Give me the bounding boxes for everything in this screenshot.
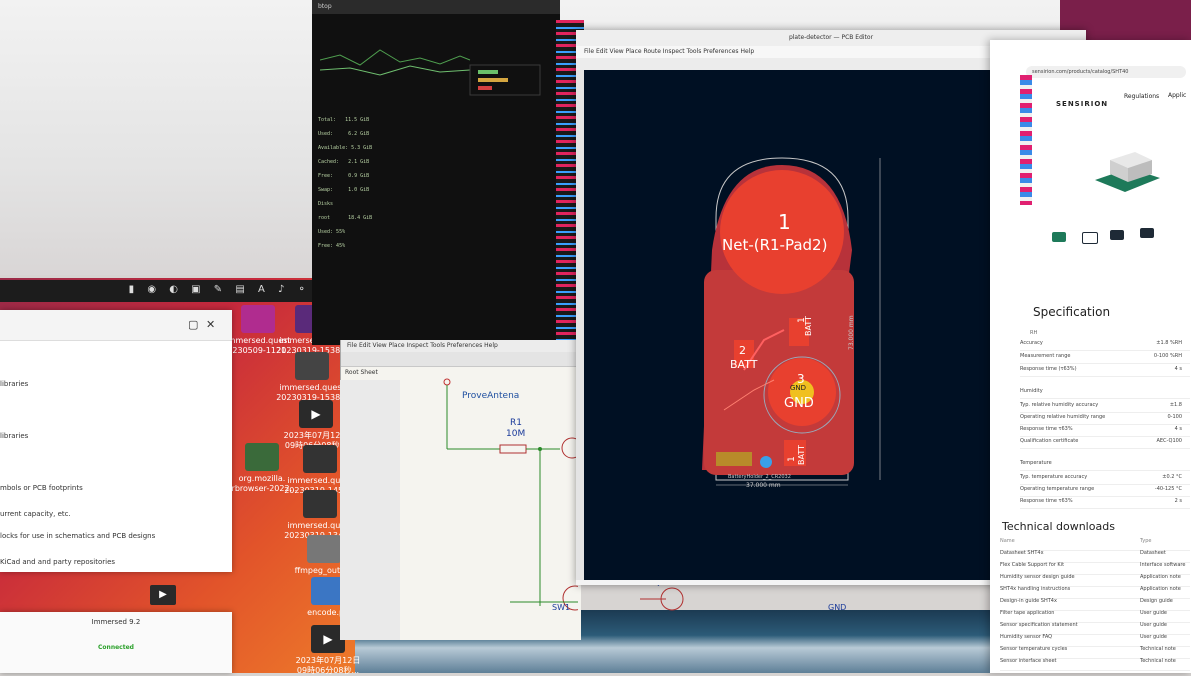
- terminal-output: Total: 11.5 GiB Used: 6.2 GiB Available:…: [318, 117, 373, 249]
- cpu-graph: [320, 49, 541, 96]
- desktop-topbar: ▮ ◉ ◐ ▣ ✎ ▤ A ♪ ⚬ ⏻: [0, 280, 340, 302]
- dimension-width: 37.000 mm: [746, 482, 781, 489]
- spec-subtitle: RH: [1030, 330, 1038, 336]
- connection-status: Connected: [98, 644, 134, 651]
- spec-row: Temperature: [1020, 460, 1190, 471]
- video-file-icon: [241, 305, 275, 333]
- schematic-menubar[interactable]: File Edit View Place Inspect Tools Prefe…: [341, 340, 581, 352]
- immersed-title: Immersed 9.2: [91, 618, 141, 626]
- schematic-canvas[interactable]: [400, 378, 578, 640]
- video-file-icon: [295, 352, 329, 380]
- schematic-side-panel: [340, 380, 400, 640]
- spec-row: Humidity: [1020, 388, 1190, 399]
- pad-net-label: GND: [784, 396, 814, 411]
- spec-row: Qualification certificate AEC-Q100: [1020, 438, 1190, 449]
- download-row[interactable]: Sensor interface sheet Technical note: [1000, 658, 1190, 671]
- pad-net-label: BATT: [797, 445, 806, 465]
- downloads-title: Technical downloads: [1002, 520, 1115, 533]
- pcb-board[interactable]: [584, 70, 1009, 580]
- pad-net-label: BATT: [730, 358, 758, 371]
- gnd-label[interactable]: GND: [828, 603, 846, 612]
- footprint-label: BatteryHolder_2_CR2032: [728, 474, 791, 480]
- video-file-icon: [303, 490, 337, 518]
- pad-number: 1: [778, 210, 791, 234]
- play-icon: ▶: [299, 400, 333, 428]
- product-thumbnail[interactable]: [1052, 232, 1066, 242]
- close-icon[interactable]: ✕: [206, 318, 215, 331]
- spec-row: Accuracy ±1.8 %RH: [1020, 340, 1190, 351]
- color-palette[interactable]: [1020, 75, 1032, 205]
- transistor-symbol[interactable]: [640, 585, 690, 613]
- settings-item[interactable]: locks for use in schematics and PCB desi…: [0, 532, 155, 540]
- product-image: [1095, 152, 1160, 192]
- spec-title: Specification: [1033, 305, 1111, 319]
- play-icon[interactable]: ▶: [150, 585, 176, 605]
- pad-number: 2: [739, 344, 746, 357]
- settings-item[interactable]: urrent capacity, etc.: [0, 510, 71, 518]
- folder-icon: [307, 535, 341, 563]
- settings-titlebar: ▢ ✕: [0, 310, 232, 341]
- gnd-pad-label: GND: [790, 384, 807, 392]
- nav-link[interactable]: Applic: [1168, 92, 1186, 99]
- immersed-window: Immersed 9.2 Connected: [0, 612, 232, 673]
- app-icon: [245, 443, 279, 471]
- terminal-titlebar: btop: [312, 0, 560, 14]
- spec-row: Measurement range 0-100 %RH: [1020, 353, 1190, 364]
- component-value[interactable]: 10M: [506, 429, 525, 439]
- url-bar[interactable]: sensirion.com/products/catalog/SHT40: [1026, 66, 1186, 78]
- video-file-icon: [303, 445, 337, 473]
- component-reference[interactable]: R1: [510, 418, 522, 428]
- minimize-icon[interactable]: ▢: [188, 318, 198, 331]
- spec-row: Typ. relative humidity accuracy ±1.8: [1020, 402, 1190, 413]
- switch-reference[interactable]: SW1: [552, 603, 570, 612]
- dimension-height: 73.000 mm: [848, 315, 855, 350]
- spec-row: Operating relative humidity range 0-100: [1020, 414, 1190, 425]
- video-thumbnail[interactable]: [1140, 228, 1154, 238]
- nav-link[interactable]: Regulations: [1124, 93, 1159, 100]
- settings-item[interactable]: KiCad and and party repositories: [0, 558, 115, 566]
- settings-item[interactable]: mbols or PCB footprints: [0, 484, 83, 492]
- net-label[interactable]: ProveAntena: [462, 391, 519, 401]
- spec-row: Operating temperature range -40-125 °C: [1020, 486, 1190, 497]
- spec-row: Response time τ63% 4 s: [1020, 426, 1190, 437]
- system-tray-icons[interactable]: ▮ ◉ ◐ ▣ ✎ ▤ A ♪ ⚬ ⏻: [129, 284, 332, 295]
- desktop-icon[interactable]: immersed.quest 20230319-1538...: [276, 352, 348, 403]
- spec-row: Response time τ63% 2 s: [1020, 498, 1190, 509]
- spec-row: Response time (τ63%) 4 s: [1020, 366, 1190, 377]
- brand-logo[interactable]: SENSIRION: [1056, 100, 1108, 108]
- spec-row: Typ. temperature accuracy ±0.2 °C: [1020, 474, 1190, 485]
- video-thumbnail[interactable]: [1110, 230, 1124, 240]
- settings-window: ▢ ✕ libraries libraries mbols or PCB foo…: [0, 310, 232, 572]
- settings-item[interactable]: libraries: [0, 432, 28, 440]
- product-thumbnail[interactable]: [1082, 232, 1098, 244]
- pad-net-label: Net-(R1-Pad2): [722, 236, 828, 254]
- settings-item[interactable]: libraries: [0, 380, 28, 388]
- pad-number: 1: [787, 456, 797, 462]
- pad-net-label: BATT: [804, 316, 813, 336]
- schematic-toolbar[interactable]: [341, 352, 581, 367]
